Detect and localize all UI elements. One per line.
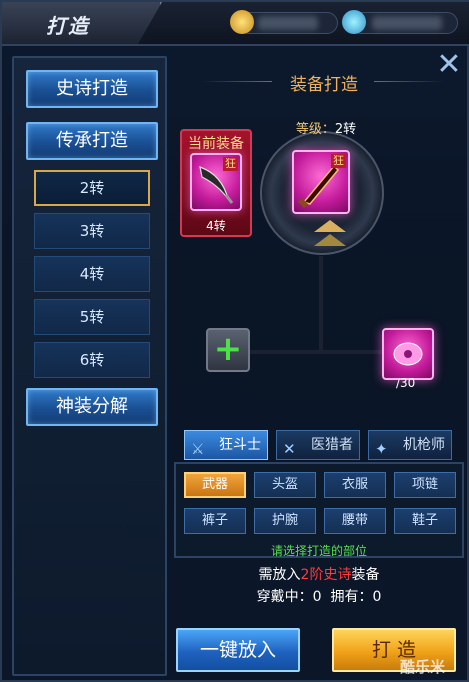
material-count: /30: [396, 376, 416, 390]
tab-gunner[interactable]: ✦ 机枪师: [368, 430, 452, 460]
owned-label: 拥有：: [330, 589, 373, 605]
level-label: 等级：2转: [286, 118, 366, 137]
level-value: 2转: [334, 122, 357, 137]
select-part-hint: 请选择打造的部位: [270, 544, 367, 558]
part-armor[interactable]: 衣服: [324, 472, 386, 498]
sidebar-item-3[interactable]: 3转: [34, 213, 150, 249]
material-slot[interactable]: [382, 328, 434, 380]
part-pants[interactable]: 裤子: [184, 508, 246, 534]
wearing-label: 穿戴中：: [256, 589, 313, 605]
part-helmet[interactable]: 头盔: [254, 472, 316, 498]
inventory-count: 穿戴中：0 拥有：0: [174, 586, 464, 606]
diamond-amount-blurred: [372, 16, 442, 30]
owned-value: 0: [372, 589, 382, 605]
title-divider-left: [202, 81, 272, 82]
requirement-highlight: 2阶史诗: [300, 567, 352, 583]
requirement-prefix: 需放入: [258, 567, 301, 583]
top-bar: 打造: [2, 2, 469, 46]
current-item-tag: 狂: [223, 157, 238, 171]
tab-berserker[interactable]: ⚔ 狂斗士: [184, 430, 268, 460]
crossbow-icon: ✕: [283, 440, 296, 458]
forge-panel: 装备打造 等级：2转 狂 当前装备 狂 4转 + /30 ⚔ 狂斗士 ✕ 医猎者…: [174, 56, 464, 676]
part-belt[interactable]: 腰带: [324, 508, 386, 534]
crystal-item-icon: [393, 342, 423, 366]
one-click-place-button[interactable]: 一键放入: [176, 628, 300, 672]
requirement-suffix: 装备: [351, 567, 380, 583]
connector-horizontal: [228, 350, 394, 354]
current-equipment-tier: 4转: [206, 219, 226, 233]
tab-berserker-label: 狂斗士: [219, 437, 261, 453]
sidebar-item-2[interactable]: 2转: [34, 170, 150, 206]
sword-icon: ⚔: [191, 440, 205, 458]
upgrade-arrow-icon-2: [314, 234, 346, 246]
title-divider-right: [374, 81, 444, 82]
current-equipment-panel: 当前装备 狂 4转: [180, 129, 252, 237]
part-bracer[interactable]: 护腕: [254, 508, 316, 534]
plus-icon[interactable]: +: [206, 328, 250, 372]
tab-medic-hunter-label: 医猎者: [311, 437, 353, 453]
gun-icon: ✦: [375, 440, 388, 458]
requirement-text: 需放入2阶史诗装备: [174, 564, 464, 584]
sidebar-item-4[interactable]: 4转: [34, 256, 150, 292]
wearing-value: 0: [312, 589, 322, 605]
sidebar-item-5[interactable]: 5转: [34, 299, 150, 335]
gold-coin-icon: [230, 10, 254, 34]
sidebar: 史诗打造 传承打造 2转 3转 4转 5转 6转 神装分解: [12, 56, 167, 676]
current-equipment-label: 当前装备: [188, 136, 244, 152]
part-necklace[interactable]: 项链: [394, 472, 456, 498]
section-title: 装备打造: [290, 75, 358, 95]
upgrade-arrow-icon: [314, 220, 346, 232]
parts-panel: 武器 头盔 衣服 项链 裤子 护腕 腰带 鞋子 请选择打造的部位: [174, 462, 464, 558]
decompose-button[interactable]: 神装分解: [26, 388, 158, 426]
epic-forge-button[interactable]: 史诗打造: [26, 70, 158, 108]
diamond-icon: [342, 10, 366, 34]
watermark-logo: 酷乐米: [400, 658, 446, 676]
tab-gunner-label: 机枪师: [403, 437, 445, 453]
forge-window: 打造 ✕ 史诗打造 传承打造 2转 3转 4转 5转 6转 神装分解 装备打造 …: [0, 0, 469, 682]
tab-medic-hunter[interactable]: ✕ 医猎者: [276, 430, 360, 460]
part-weapon[interactable]: 武器: [184, 472, 246, 498]
target-equipment-slot[interactable]: 狂: [292, 150, 350, 214]
target-item-tag: 狂: [331, 154, 346, 168]
part-shoes[interactable]: 鞋子: [394, 508, 456, 534]
window-title: 打造: [46, 14, 90, 38]
sidebar-item-6[interactable]: 6转: [34, 342, 150, 378]
legacy-forge-button[interactable]: 传承打造: [26, 122, 158, 160]
gold-amount-blurred: [258, 16, 318, 30]
level-caption: 等级：: [295, 122, 335, 137]
connector-vertical: [319, 256, 323, 354]
current-equipment-slot[interactable]: 狂: [190, 153, 242, 211]
